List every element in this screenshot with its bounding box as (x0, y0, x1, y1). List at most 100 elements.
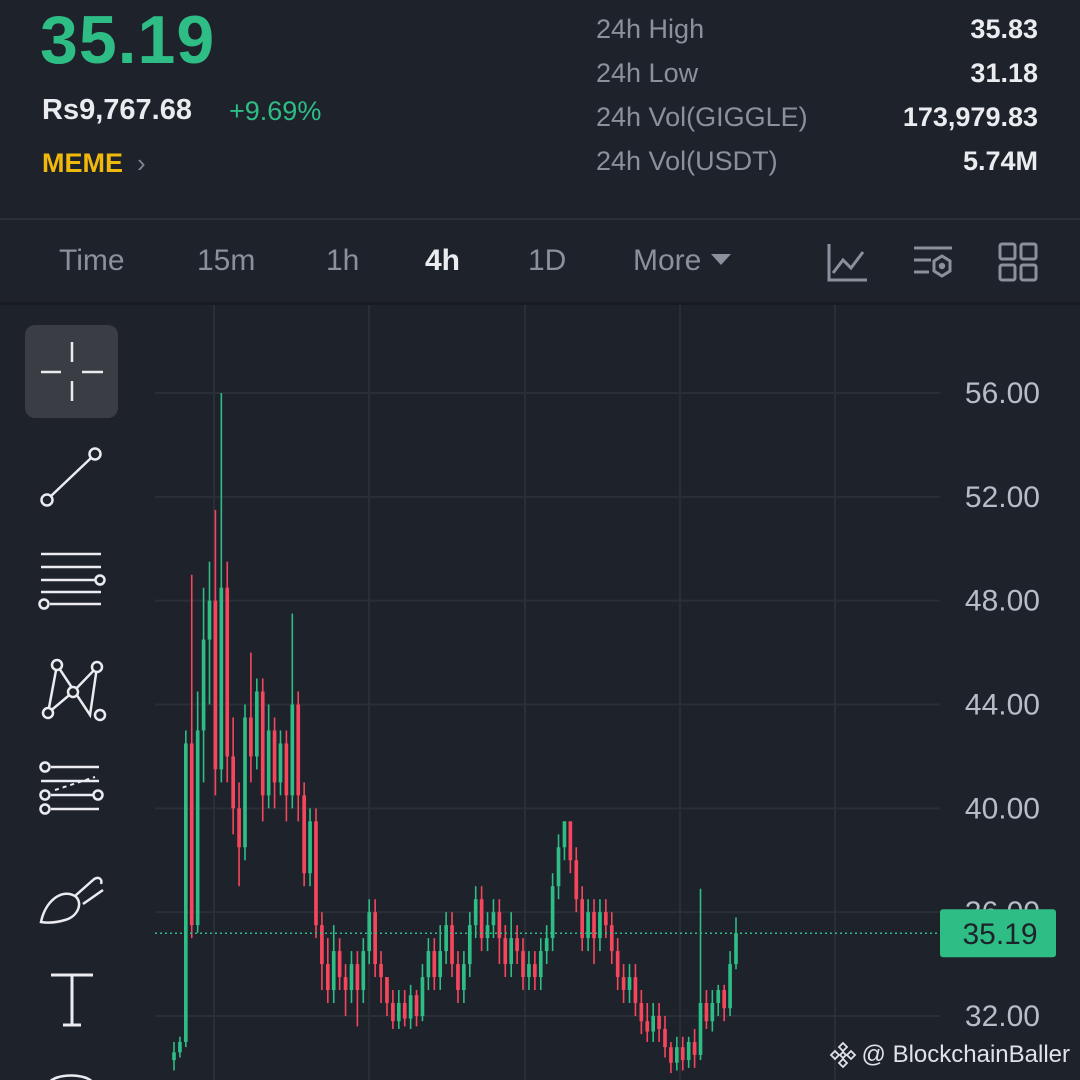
candlestick-chart[interactable]: 56.0052.0048.0044.0040.0036.0032.0035.19 (0, 305, 1080, 1080)
grid-layout-icon[interactable] (996, 240, 1040, 284)
candle-body (408, 995, 413, 1019)
candle-body (680, 1047, 685, 1061)
change-percent: +9.69% (229, 96, 322, 126)
candle-body (663, 1028, 667, 1048)
crosshair-icon (41, 342, 103, 401)
candle-body (444, 925, 448, 952)
trend-line-tool[interactable] (25, 430, 118, 523)
candle-body (320, 925, 324, 965)
stat-vol-base-value: 173,979.83 (902, 102, 1038, 132)
watermark: @ BlockchainBaller (828, 1040, 1070, 1070)
tab-4h[interactable]: 4h (425, 244, 460, 278)
y-tick-label: 32.00 (965, 1000, 1040, 1033)
pattern-tool[interactable] (25, 640, 118, 733)
y-tick-label: 44.00 (965, 689, 1040, 722)
candle-body (615, 951, 620, 978)
candle-body (704, 1003, 709, 1022)
text-tool[interactable] (25, 955, 118, 1048)
brush-tool[interactable] (25, 850, 118, 943)
candle-body (231, 756, 235, 809)
candle-body (728, 964, 732, 1009)
candle-body (426, 951, 431, 978)
candle-body (574, 860, 579, 900)
candle-body (272, 730, 277, 783)
candle-body (237, 808, 241, 848)
fib-channel-tool[interactable] (25, 745, 118, 838)
tab-more[interactable]: More (633, 244, 732, 278)
stat-high-label: 24h High (596, 14, 705, 44)
category-tag[interactable]: MEME › (42, 148, 146, 179)
horizontal-lines-tool[interactable] (25, 535, 118, 628)
tab-1h[interactable]: 1h (326, 244, 359, 278)
candle-body (686, 1041, 691, 1061)
tab-15m[interactable]: 15m (197, 244, 255, 278)
candle-body (580, 899, 585, 939)
candle-body (657, 1016, 661, 1029)
candle-body (302, 795, 306, 874)
candle-body (367, 912, 372, 952)
candle-body (509, 938, 514, 965)
candle-body (308, 821, 312, 874)
binance-logo-icon (829, 1041, 856, 1069)
candle-body (373, 912, 377, 965)
stat-low-label: 24h Low (596, 58, 699, 88)
crosshair-tool[interactable] (25, 325, 118, 418)
candle-body (420, 977, 425, 1016)
trend-line-icon (40, 447, 102, 507)
interval-bar: Time 15m 1h 4h 1D More (0, 220, 1080, 302)
candle-body (385, 977, 389, 1004)
candle-body (527, 964, 531, 978)
candle-body (497, 912, 502, 939)
candle-body (243, 717, 247, 848)
candle-body (189, 743, 194, 926)
candle-body (355, 964, 360, 991)
chart-area[interactable]: 56.0052.0048.0044.0040.0036.0032.0035.19 (0, 305, 1080, 1080)
candle-body (734, 933, 738, 965)
candle-body (621, 977, 626, 991)
candle-body (402, 1003, 407, 1019)
candle-body (503, 938, 508, 965)
candle-body (538, 951, 543, 978)
caret-down-icon (711, 253, 732, 265)
candle-body (314, 821, 318, 926)
candle-body (195, 730, 200, 926)
candle-body (331, 951, 336, 991)
y-tick-label: 56.00 (965, 377, 1040, 410)
tab-time[interactable]: Time (59, 244, 125, 278)
candle-body (396, 1003, 401, 1022)
candle-body (592, 912, 596, 939)
candle-body (213, 600, 218, 770)
candle-body (462, 964, 466, 991)
candle-body (467, 925, 472, 965)
candle-body (533, 964, 537, 978)
candle-body (544, 938, 549, 952)
candle-body (716, 990, 721, 1004)
candle-body (639, 1003, 644, 1022)
candle-body (296, 704, 301, 796)
candle-body (290, 704, 295, 796)
last-price: 35.19 (40, 2, 216, 78)
fib-channel-icon (39, 761, 104, 815)
tab-1d[interactable]: 1D (528, 244, 566, 278)
stat-high-value: 35.83 (970, 14, 1038, 44)
candle-body (556, 847, 561, 887)
candle-body (391, 1003, 395, 1022)
candle-body (651, 1016, 656, 1032)
candle-body (254, 691, 259, 757)
chevron-right-icon: › (137, 148, 146, 178)
candle-body (450, 925, 454, 965)
y-tick-label: 52.00 (965, 481, 1040, 514)
candle-body (207, 600, 212, 640)
y-tick-label: 40.00 (965, 792, 1040, 825)
candle-body (479, 899, 484, 939)
candle-body (645, 1021, 650, 1032)
candle-body (491, 912, 496, 926)
line-chart-icon[interactable] (825, 240, 869, 284)
candle-body (515, 938, 519, 952)
more-tools-icon[interactable] (25, 1065, 118, 1080)
candle-body (260, 691, 265, 796)
candle-body (201, 639, 206, 731)
candle-body (550, 886, 555, 939)
chart-settings-icon[interactable] (911, 240, 955, 284)
candle-body (568, 821, 573, 861)
